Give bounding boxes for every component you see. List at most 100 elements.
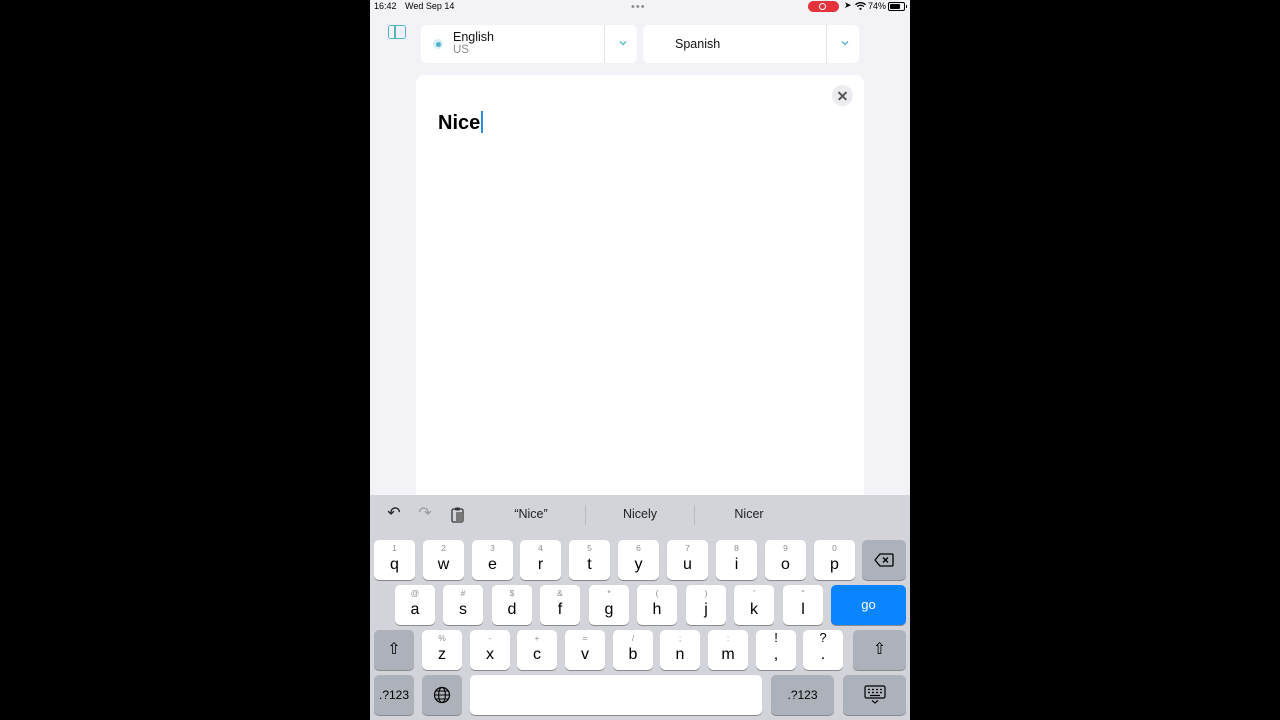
key-label: x — [486, 646, 494, 663]
delete-icon — [874, 553, 894, 567]
key-a[interactable]: @ a — [395, 585, 435, 625]
key-hint: # — [460, 588, 466, 598]
key-label: c — [533, 646, 541, 663]
key-label: r — [537, 556, 544, 573]
key-r[interactable]: 4r — [520, 540, 561, 580]
key-hint: ! — [774, 630, 778, 645]
key-label: t — [587, 556, 592, 573]
key-label: d — [507, 601, 517, 618]
key-e[interactable]: 3e — [472, 540, 513, 580]
key-hint: ( — [655, 588, 659, 598]
shift-key-left[interactable]: ⇧ — [374, 630, 414, 670]
key-period[interactable]: ?. — [803, 630, 843, 670]
sidebar-icon[interactable] — [388, 25, 406, 39]
key-i[interactable]: 8i — [716, 540, 757, 580]
key-n[interactable]: ; n — [660, 630, 700, 670]
battery-percent: 74% — [868, 1, 887, 11]
source-language-selector[interactable]: English US — [421, 25, 637, 63]
key-label: b — [628, 646, 638, 663]
numbers-key-left[interactable]: .?123 — [374, 675, 414, 715]
shift-key-right[interactable]: ⇧ — [853, 630, 906, 670]
shift-icon: ⇧ — [387, 641, 401, 658]
key-t[interactable]: 5t — [569, 540, 610, 580]
key-label: w — [437, 556, 450, 573]
key-m[interactable]: :m — [708, 630, 748, 670]
suggestion-1[interactable]: “Nice” — [477, 507, 585, 521]
key-p[interactable]: 0p — [814, 540, 855, 580]
hide-keyboard-key[interactable] — [843, 675, 906, 715]
chevron-down-icon[interactable] — [841, 39, 849, 47]
key-hint: 2 — [441, 543, 446, 553]
key-hint: % — [438, 633, 446, 643]
key-c[interactable]: + c — [517, 630, 557, 670]
key-hint: 0 — [832, 543, 837, 553]
key-h[interactable]: (h — [637, 585, 677, 625]
close-icon[interactable] — [832, 85, 853, 106]
key-hint: : — [726, 633, 730, 643]
chevron-down-icon[interactable] — [619, 39, 627, 47]
key-g[interactable]: * g — [589, 585, 629, 625]
wifi-icon — [855, 2, 866, 10]
multitasking-dots-icon[interactable]: ••• — [631, 2, 646, 13]
key-s[interactable]: # s — [443, 585, 483, 625]
source-language-region: US — [453, 44, 469, 56]
key-hint: " — [801, 588, 805, 598]
key-z[interactable]: % z — [422, 630, 462, 670]
key-d[interactable]: $ d — [492, 585, 532, 625]
key-hint: ; — [678, 633, 682, 643]
key-label: y — [634, 556, 643, 573]
key-u[interactable]: 7u — [667, 540, 708, 580]
keyboard-dismiss-icon — [864, 685, 886, 704]
key-label: z — [438, 646, 446, 663]
globe-key[interactable] — [422, 675, 462, 715]
key-label: s — [459, 601, 467, 618]
delete-key[interactable] — [862, 540, 906, 580]
space-bar[interactable] — [470, 675, 762, 715]
divider — [826, 25, 827, 63]
key-b[interactable]: / b — [613, 630, 653, 670]
suggestion-2[interactable]: Nicely — [586, 507, 694, 521]
redo-icon[interactable]: ↷ — [416, 505, 434, 523]
key-hint: 8 — [734, 543, 739, 553]
key-label: , — [773, 646, 779, 663]
clipboard-icon[interactable] — [449, 506, 467, 524]
key-f[interactable]: & f — [540, 585, 580, 625]
key-label: q — [390, 556, 399, 573]
key-y[interactable]: 6y — [618, 540, 659, 580]
status-time: 16:42 — [374, 1, 397, 11]
key-x[interactable]: -x — [470, 630, 510, 670]
key-l[interactable]: " l — [783, 585, 823, 625]
target-language-selector[interactable]: Spanish — [643, 25, 859, 63]
key-w[interactable]: 2w — [423, 540, 464, 580]
key-label: m — [721, 646, 735, 663]
key-hint: 3 — [490, 543, 495, 553]
key-label: h — [652, 601, 662, 618]
input-text-field[interactable]: Nice — [438, 111, 483, 135]
key-o[interactable]: 9o — [765, 540, 806, 580]
go-label: go — [861, 597, 876, 612]
key-j[interactable]: ) j — [686, 585, 726, 625]
key-k[interactable]: ' k — [734, 585, 774, 625]
suggestion-3[interactable]: Nicer — [695, 507, 803, 521]
globe-icon — [433, 686, 451, 704]
undo-icon[interactable]: ↶ — [385, 505, 403, 523]
key-hint: 5 — [587, 543, 592, 553]
onscreen-keyboard: ↶ ↷ “Nice” Nicely Nicer 1q 2w 3e 4r 5t 6… — [370, 495, 910, 720]
key-hint: & — [557, 588, 563, 598]
key-hint: ) — [704, 588, 708, 598]
key-q[interactable]: 1q — [374, 540, 415, 580]
numbers-key-right[interactable]: .?123 — [771, 675, 834, 715]
key-v[interactable]: = v — [565, 630, 605, 670]
key-hint: $ — [509, 588, 515, 598]
text-cursor — [481, 111, 483, 133]
key-hint: 4 — [538, 543, 543, 553]
battery-icon — [888, 2, 907, 11]
key-label: v — [581, 646, 589, 663]
key-label: a — [410, 601, 420, 618]
shift-icon: ⇧ — [872, 641, 887, 658]
go-button[interactable]: go — [831, 585, 906, 625]
key-comma[interactable]: !, — [756, 630, 796, 670]
key-hint: * — [607, 588, 611, 598]
key-hint: 7 — [685, 543, 690, 553]
translation-input-card[interactable]: Nice — [416, 75, 864, 515]
